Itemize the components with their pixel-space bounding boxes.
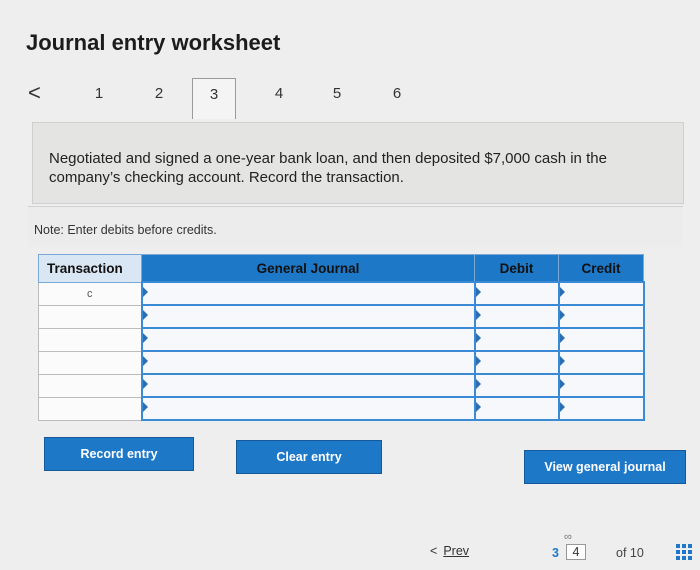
tab-6[interactable]: 6 bbox=[376, 78, 418, 118]
note-area: Note: Enter debits before credits. bbox=[28, 206, 683, 247]
credit-input[interactable] bbox=[557, 281, 645, 306]
transaction-cell: c bbox=[38, 281, 142, 306]
debit-input[interactable] bbox=[473, 327, 560, 352]
credit-input[interactable] bbox=[557, 327, 645, 352]
credit-input[interactable] bbox=[557, 304, 645, 329]
debit-input[interactable] bbox=[473, 373, 560, 398]
transaction-cell bbox=[38, 304, 142, 329]
account-input[interactable] bbox=[140, 281, 476, 306]
page-title: Journal entry worksheet bbox=[26, 30, 281, 55]
debit-input[interactable] bbox=[473, 396, 560, 421]
credit-input[interactable] bbox=[557, 350, 645, 375]
account-input[interactable] bbox=[140, 327, 476, 352]
tab-1[interactable]: 1 bbox=[78, 78, 120, 118]
prev-button[interactable]: < Prev bbox=[430, 544, 469, 558]
header-transaction: Transaction bbox=[38, 254, 142, 283]
journal-row: c bbox=[38, 281, 645, 306]
account-input[interactable] bbox=[140, 373, 476, 398]
journal-table: Transaction General Journal Debit Credit… bbox=[38, 254, 645, 421]
page-total: of 10 bbox=[616, 546, 644, 560]
transaction-prompt: Negotiated and signed a one-year bank lo… bbox=[32, 122, 684, 204]
journal-row bbox=[38, 327, 645, 352]
transaction-cell bbox=[38, 350, 142, 375]
transaction-cell bbox=[38, 373, 142, 398]
tab-5[interactable]: 5 bbox=[316, 78, 358, 118]
view-general-journal-button[interactable]: View general journal bbox=[524, 450, 686, 484]
journal-row bbox=[38, 304, 645, 329]
tab-2[interactable]: 2 bbox=[138, 78, 180, 118]
prev-label: Prev bbox=[443, 544, 470, 558]
journal-row bbox=[38, 350, 645, 375]
page-select[interactable]: 4 bbox=[566, 544, 586, 560]
link-icon: ∞ bbox=[564, 531, 572, 543]
chevron-left-icon: < bbox=[430, 544, 438, 558]
header-debit: Debit bbox=[474, 254, 559, 283]
note-text: Note: Enter debits before credits. bbox=[34, 223, 217, 237]
debit-input[interactable] bbox=[473, 281, 560, 306]
credit-input[interactable] bbox=[557, 396, 645, 421]
header-credit: Credit bbox=[558, 254, 644, 283]
prompt-text: Negotiated and signed a one-year bank lo… bbox=[49, 150, 607, 186]
journal-row bbox=[38, 373, 645, 398]
pagination: < Prev ∞ 3 4 of 10 bbox=[430, 531, 695, 564]
debit-input[interactable] bbox=[473, 350, 560, 375]
tab-strip: < 1 2 3 4 5 6 bbox=[22, 74, 442, 124]
tab-3[interactable]: 3 bbox=[192, 78, 236, 119]
tab-prev-button[interactable]: < bbox=[28, 80, 41, 106]
grid-icon[interactable] bbox=[676, 544, 692, 560]
transaction-cell bbox=[38, 396, 142, 421]
journal-row bbox=[38, 396, 645, 421]
account-input[interactable] bbox=[140, 350, 476, 375]
debit-input[interactable] bbox=[473, 304, 560, 329]
tab-4[interactable]: 4 bbox=[258, 78, 300, 118]
record-entry-button[interactable]: Record entry bbox=[44, 437, 194, 471]
current-page: 3 bbox=[552, 546, 559, 560]
account-input[interactable] bbox=[140, 304, 476, 329]
transaction-cell bbox=[38, 327, 142, 352]
header-general-journal: General Journal bbox=[141, 254, 475, 283]
credit-input[interactable] bbox=[557, 373, 645, 398]
clear-entry-button[interactable]: Clear entry bbox=[236, 440, 382, 474]
account-input[interactable] bbox=[140, 396, 476, 421]
